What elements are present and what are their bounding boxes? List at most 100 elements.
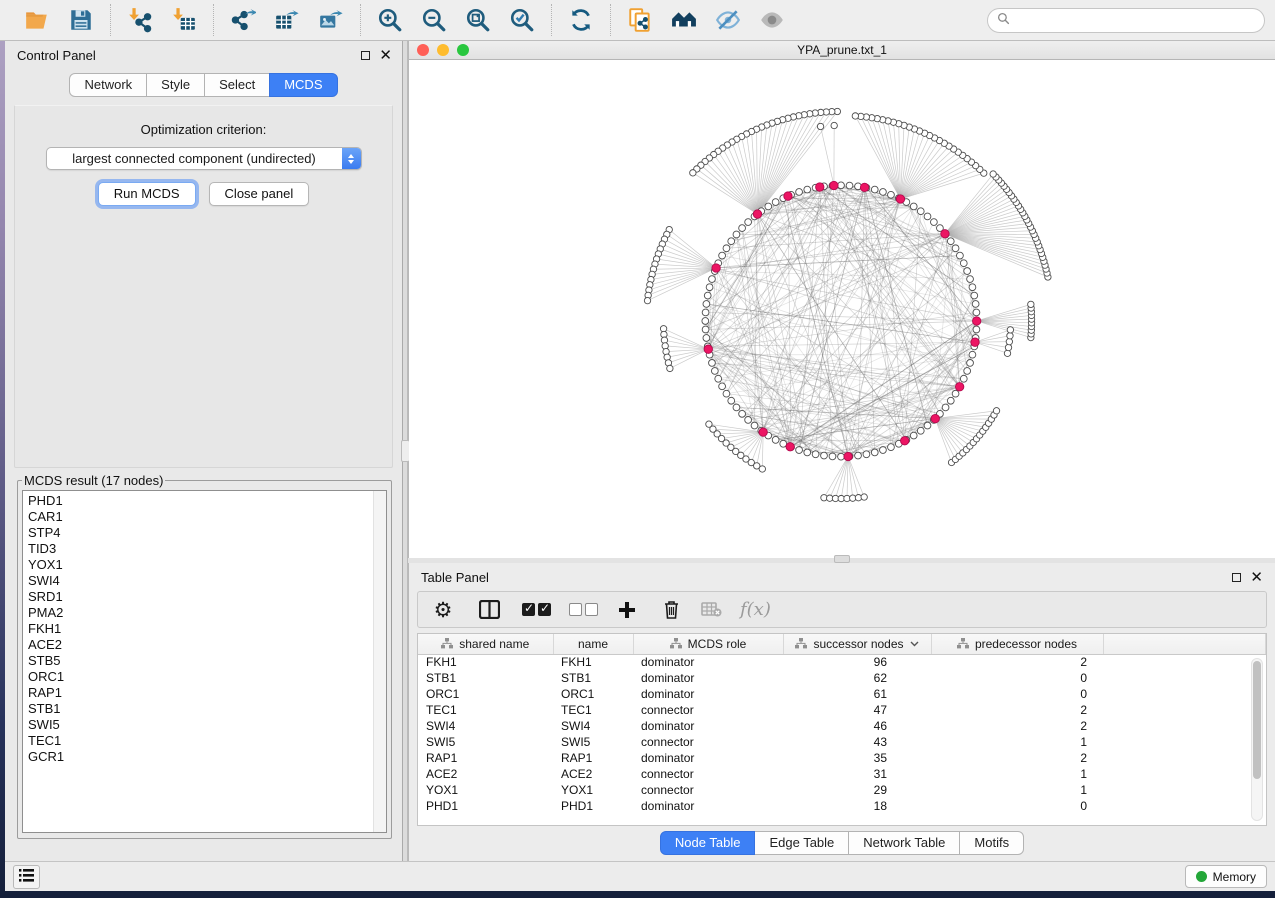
tab-style[interactable]: Style — [146, 73, 205, 97]
network-node[interactable] — [1005, 344, 1011, 350]
mcds-result-item[interactable]: FKH1 — [28, 621, 386, 637]
mcds-result-item[interactable]: PHD1 — [28, 493, 386, 509]
network-node[interactable] — [804, 186, 811, 193]
network-node[interactable] — [964, 368, 971, 375]
mcds-result-item[interactable]: ACE2 — [28, 637, 386, 653]
network-node[interactable] — [952, 390, 959, 397]
network-node[interactable] — [821, 452, 828, 459]
scrollbar-thumb[interactable] — [1253, 661, 1261, 779]
open-session-icon[interactable] — [22, 5, 52, 35]
import-table-icon[interactable] — [169, 5, 199, 35]
network-node[interactable] — [739, 410, 746, 417]
network-node[interactable] — [690, 170, 696, 176]
network-node[interactable] — [772, 436, 779, 443]
deselect-all-icon[interactable] — [569, 598, 598, 622]
column-header-name[interactable]: name — [553, 634, 633, 654]
column-header-predecessor-nodes[interactable]: predecessor nodes — [931, 634, 1103, 654]
network-node[interactable] — [723, 390, 730, 397]
network-node[interactable] — [745, 219, 752, 226]
table-scrollbar[interactable] — [1251, 658, 1263, 821]
zoom-selected-icon[interactable] — [507, 5, 537, 35]
sort-chevron-icon[interactable] — [910, 641, 919, 647]
network-node[interactable] — [728, 238, 735, 245]
mcds-dominator-node[interactable] — [955, 383, 963, 391]
mcds-dominator-node[interactable] — [704, 345, 712, 353]
mcds-dominator-node[interactable] — [844, 452, 852, 460]
search-field[interactable] — [987, 8, 1265, 33]
save-session-icon[interactable] — [66, 5, 96, 35]
network-canvas[interactable] — [409, 60, 1275, 558]
table-row[interactable]: SWI5SWI5connector431 — [418, 734, 1266, 750]
tab-edge-table[interactable]: Edge Table — [754, 831, 849, 855]
network-node[interactable] — [796, 447, 803, 454]
network-node[interactable] — [702, 309, 709, 316]
network-node[interactable] — [852, 113, 858, 119]
mcds-result-item[interactable]: STP4 — [28, 525, 386, 541]
zoom-fit-icon[interactable] — [463, 5, 493, 35]
mcds-result-item[interactable]: SWI4 — [28, 573, 386, 589]
mcds-result-item[interactable]: TEC1 — [28, 733, 386, 749]
network-node[interactable] — [733, 404, 740, 411]
float-panel-icon[interactable] — [1232, 573, 1241, 582]
network-node[interactable] — [723, 245, 730, 252]
network-node[interactable] — [861, 494, 867, 500]
network-node[interactable] — [910, 203, 917, 210]
mcds-dominator-node[interactable] — [901, 437, 909, 445]
network-node[interactable] — [973, 309, 980, 316]
select-all-icon[interactable] — [522, 598, 551, 622]
mcds-result-item[interactable]: SWI5 — [28, 717, 386, 733]
node-table[interactable]: shared namenameMCDS rolesuccessor nodesp… — [417, 633, 1267, 826]
mcds-result-list[interactable]: PHD1CAR1STP4TID3YOX1SWI4SRD1PMA2FKH1ACE2… — [22, 490, 387, 833]
table-row[interactable]: PHD1PHD1dominator180 — [418, 798, 1266, 814]
export-image-icon[interactable] — [316, 5, 346, 35]
network-node[interactable] — [952, 245, 959, 252]
column-header-MCDS-role[interactable]: MCDS role — [633, 634, 783, 654]
table-row[interactable]: STB1STB1dominator620 — [418, 670, 1266, 686]
mcds-result-item[interactable]: ORC1 — [28, 669, 386, 685]
hide-selected-icon[interactable] — [713, 5, 743, 35]
network-node[interactable] — [838, 182, 845, 189]
network-node[interactable] — [759, 466, 765, 472]
mcds-result-item[interactable]: SRD1 — [28, 589, 386, 605]
network-node[interactable] — [751, 422, 758, 429]
network-node[interactable] — [880, 447, 887, 454]
run-mcds-button[interactable]: Run MCDS — [98, 182, 196, 206]
network-node[interactable] — [917, 208, 924, 215]
network-node[interactable] — [667, 365, 673, 371]
table-row[interactable]: FKH1FKH1dominator962 — [418, 654, 1266, 670]
network-node[interactable] — [947, 238, 954, 245]
memory-button[interactable]: Memory — [1185, 865, 1267, 888]
float-panel-icon[interactable] — [361, 51, 370, 60]
tab-select[interactable]: Select — [204, 73, 270, 97]
table-row[interactable]: ORC1ORC1dominator610 — [418, 686, 1266, 702]
mcds-dominator-node[interactable] — [830, 181, 838, 189]
table-row[interactable]: YOX1YOX1connector291 — [418, 782, 1266, 798]
network-node[interactable] — [855, 452, 862, 459]
network-node[interactable] — [702, 318, 709, 325]
network-node[interactable] — [964, 268, 971, 275]
show-all-icon[interactable] — [757, 5, 787, 35]
network-node[interactable] — [957, 252, 964, 259]
network-node[interactable] — [863, 451, 870, 458]
search-input[interactable] — [1015, 13, 1255, 28]
network-node[interactable] — [796, 189, 803, 196]
tab-network-table[interactable]: Network Table — [848, 831, 960, 855]
network-node[interactable] — [971, 292, 978, 299]
splitter-grip[interactable] — [834, 555, 850, 563]
mcds-dominator-node[interactable] — [816, 183, 824, 191]
network-node[interactable] — [960, 375, 967, 382]
mcds-dominator-node[interactable] — [896, 195, 904, 203]
network-node[interactable] — [924, 422, 931, 429]
first-neighbors-icon[interactable] — [669, 5, 699, 35]
network-node[interactable] — [973, 326, 980, 333]
close-panel-button[interactable]: Close panel — [209, 182, 310, 206]
add-entry-icon[interactable] — [616, 598, 638, 622]
mcds-dominator-node[interactable] — [860, 183, 868, 191]
network-node[interactable] — [719, 252, 726, 259]
network-node[interactable] — [745, 416, 752, 423]
network-node[interactable] — [644, 297, 650, 303]
network-node[interactable] — [1006, 338, 1012, 344]
refresh-layout-icon[interactable] — [566, 5, 596, 35]
mcds-dominator-node[interactable] — [784, 192, 792, 200]
network-node[interactable] — [846, 182, 853, 189]
